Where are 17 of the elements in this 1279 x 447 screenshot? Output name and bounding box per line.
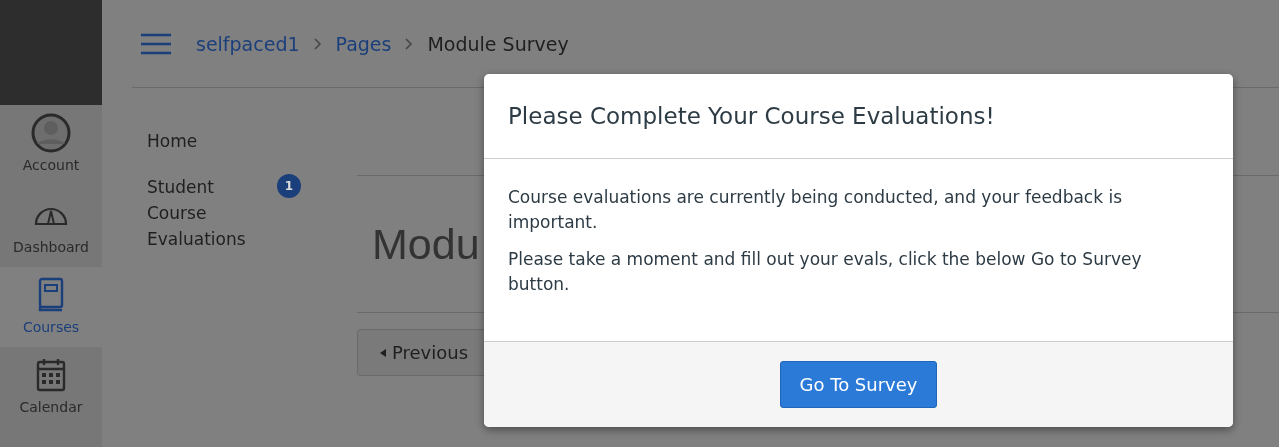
breadcrumb-current: Module Survey (427, 32, 569, 55)
caret-icon (380, 348, 386, 357)
course-nav-link[interactable]: Student Course Evaluations (147, 174, 257, 252)
count-badge: 1 (277, 174, 301, 198)
breadcrumb-link[interactable]: selfpaced1 (196, 32, 300, 55)
chevron-icon (405, 37, 414, 50)
course-nav-link[interactable]: Home (147, 128, 257, 154)
dialog-text: Please take a moment and fill out your evals, click the below Go to Survey button. (508, 248, 1143, 296)
chevron-icon (313, 37, 322, 50)
go-to-survey-button[interactable]: Go To Survey (780, 361, 937, 408)
breadcrumb-link[interactable]: Pages (335, 32, 392, 55)
menu-icon[interactable] (140, 32, 172, 55)
page-title: Modu (372, 220, 480, 268)
avatar-icon (31, 113, 71, 153)
nav-item[interactable]: Courses (0, 267, 102, 347)
dialog-text: Course evaluations are currently being conducted, and your feedback is important. (508, 186, 1124, 234)
dialog-title: Please Complete Your Course Evaluations! (484, 74, 1233, 159)
